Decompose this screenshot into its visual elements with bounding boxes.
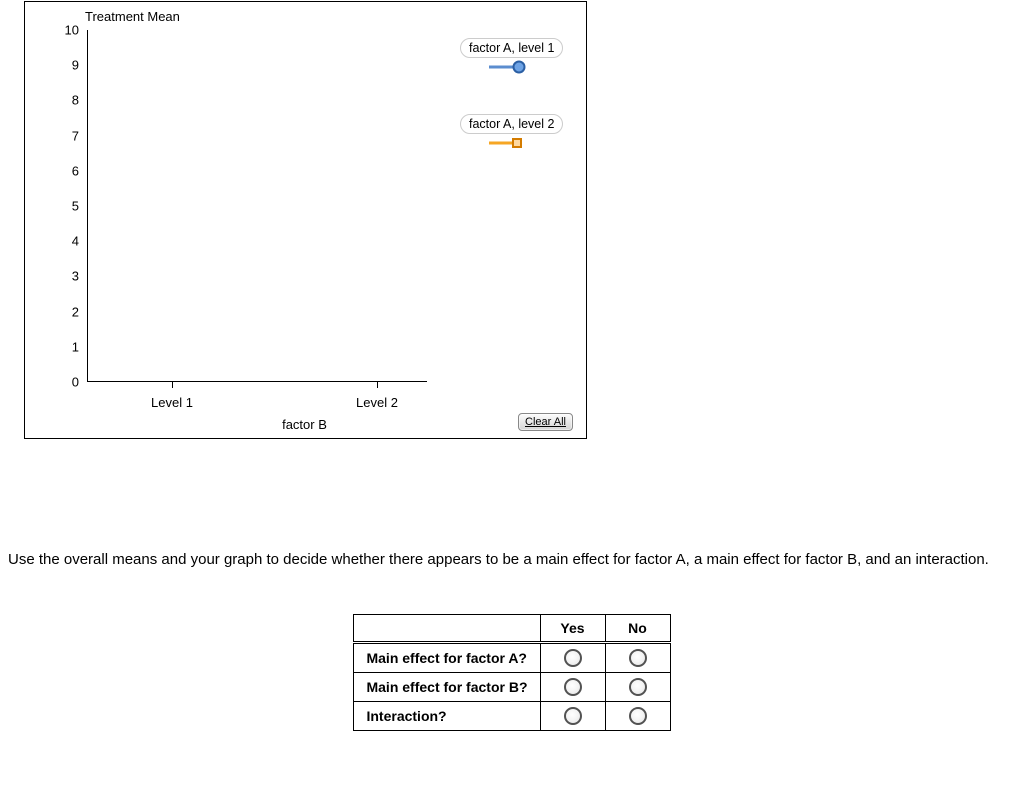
interactive-plot-widget: Treatment Mean 10 9 8 7 6 5 4 3 2 1 0 Le… [24,1,587,439]
y-tick-label: 2 [49,304,79,319]
radio-main-a-no[interactable] [629,649,647,667]
radio-interaction-yes[interactable] [564,707,582,725]
table-header-row: Yes No [354,614,670,642]
radio-main-a-yes[interactable] [564,649,582,667]
row-label: Main effect for factor A? [354,642,540,672]
legend-item-factor-a-level-2[interactable]: factor A, level 2 [460,114,563,134]
x-tick-label: Level 1 [151,395,193,410]
plot-area[interactable]: 10 9 8 7 6 5 4 3 2 1 0 Level 1 Level 2 f… [87,30,427,382]
y-tick-label: 9 [49,58,79,73]
instructions-text: Use the overall means and your graph to … [8,544,1018,576]
row-label: Interaction? [354,702,540,731]
row-label: Main effect for factor B? [354,672,540,701]
y-tick-label: 10 [49,23,79,38]
y-tick-label: 3 [49,269,79,284]
x-axis [87,381,427,382]
col-header-no: No [605,614,670,642]
legend-label: factor A, level 1 [469,41,554,55]
legend-swatch-icon [487,60,531,74]
y-tick-label: 6 [49,163,79,178]
table-row: Main effect for factor B? [354,672,670,701]
plot-title: Treatment Mean [85,9,180,24]
legend-item-factor-a-level-1[interactable]: factor A, level 1 [460,38,563,58]
y-tick-label: 1 [49,339,79,354]
y-tick-label: 5 [49,199,79,214]
x-tick [172,381,173,388]
table-row: Interaction? [354,702,670,731]
clear-all-button[interactable]: Clear All [518,413,573,431]
x-axis-label: factor B [282,417,327,432]
legend-label: factor A, level 2 [469,117,554,131]
answer-table: Yes No Main effect for factor A? Main ef… [353,614,670,732]
radio-main-b-yes[interactable] [564,678,582,696]
x-tick [377,381,378,388]
col-header-yes: Yes [540,614,605,642]
legend-swatch-icon [487,136,531,150]
y-tick-label: 7 [49,128,79,143]
y-tick-label: 4 [49,234,79,249]
radio-interaction-no[interactable] [629,707,647,725]
y-axis [87,30,88,382]
y-tick-label: 0 [49,375,79,390]
y-tick-label: 8 [49,93,79,108]
radio-main-b-no[interactable] [629,678,647,696]
x-tick-label: Level 2 [356,395,398,410]
table-row: Main effect for factor A? [354,642,670,672]
